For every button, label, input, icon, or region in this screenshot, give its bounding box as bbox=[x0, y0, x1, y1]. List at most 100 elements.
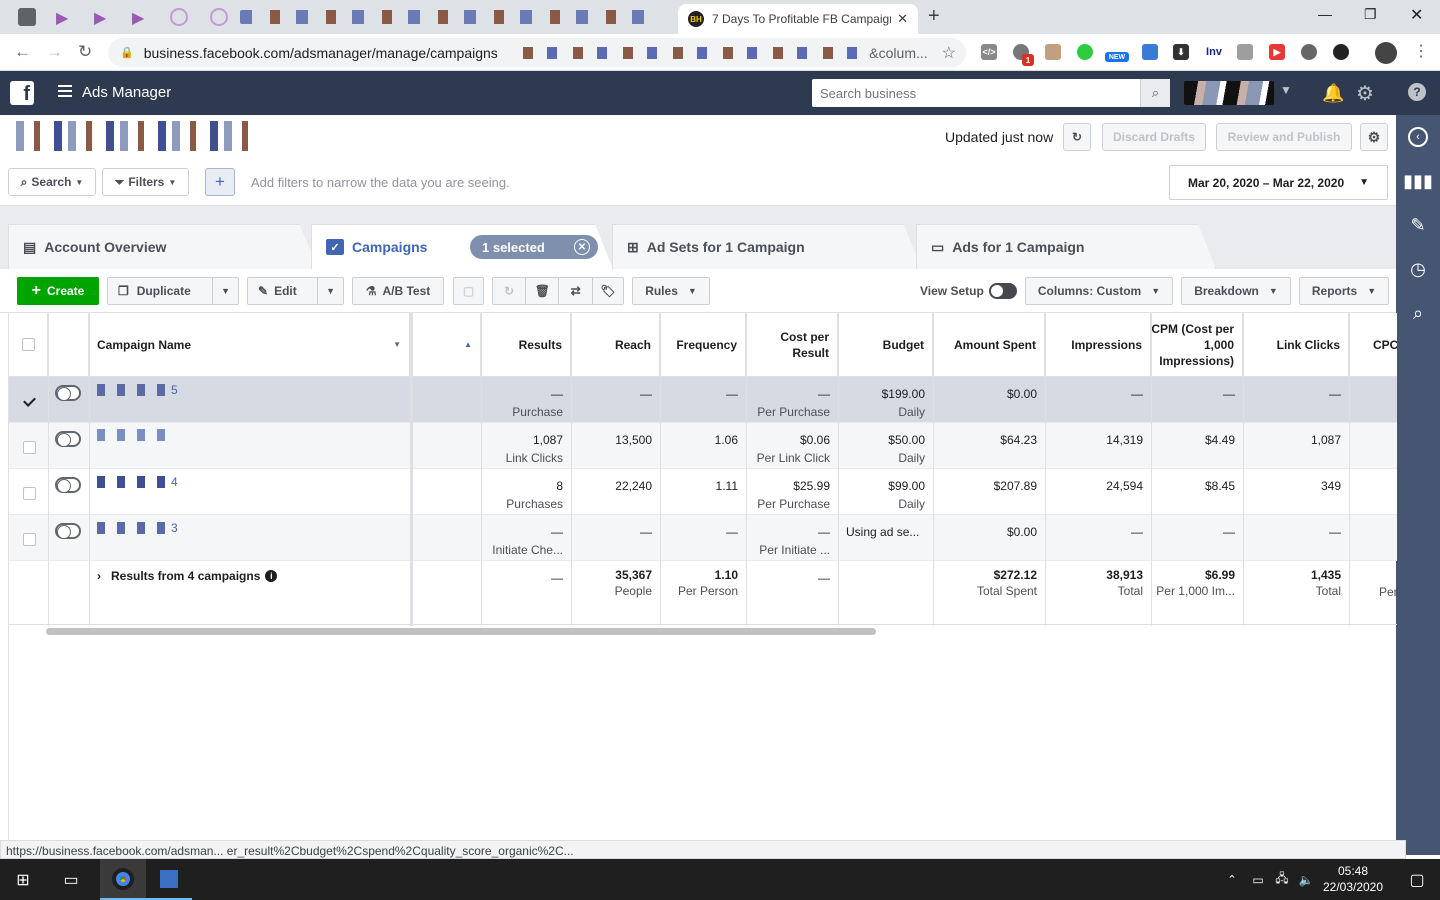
refresh-icon[interactable]: ↻ bbox=[1063, 123, 1091, 151]
pinned-tab-icon[interactable] bbox=[210, 8, 228, 26]
tab-ads[interactable]: ▭ Ads for 1 Campaign bbox=[916, 224, 1216, 269]
clipboard-icon[interactable]: ▢ bbox=[453, 277, 484, 305]
minimize-icon[interactable]: — bbox=[1318, 6, 1332, 22]
review-publish-button[interactable]: Review and Publish bbox=[1216, 123, 1352, 151]
extension-youtube-icon[interactable]: ▶ bbox=[1269, 44, 1285, 60]
extension-download-icon[interactable]: ⬇ bbox=[1173, 44, 1189, 60]
chevron-down-icon[interactable]: ▼ bbox=[213, 286, 238, 296]
maximize-icon[interactable]: ❐ bbox=[1364, 6, 1377, 23]
selected-count-pill[interactable]: 1 selected ✕ bbox=[470, 235, 598, 259]
results-header[interactable]: Results bbox=[481, 313, 571, 377]
row-checkbox[interactable] bbox=[23, 487, 36, 500]
search-icon[interactable]: ⌕ bbox=[1140, 79, 1170, 107]
campaign-name-link[interactable] bbox=[97, 429, 171, 441]
app-taskbar-icon[interactable] bbox=[146, 859, 192, 900]
volume-icon[interactable]: 🔈 bbox=[1294, 859, 1318, 900]
reports-dropdown[interactable]: Reports ▼ bbox=[1299, 277, 1389, 305]
chevron-down-icon[interactable]: ▼ bbox=[1280, 83, 1292, 97]
notification-icon[interactable]: ▢ bbox=[1394, 859, 1440, 900]
columns-dropdown[interactable]: Columns: Custom ▼ bbox=[1025, 277, 1173, 305]
campaign-toggle[interactable] bbox=[55, 431, 81, 447]
row-checkbox[interactable] bbox=[23, 441, 36, 454]
facebook-logo-icon[interactable]: f bbox=[10, 81, 34, 105]
collapse-rail-icon[interactable]: ‹ bbox=[1396, 115, 1440, 159]
chevron-down-icon[interactable]: ▼ bbox=[393, 337, 401, 353]
totals-label-cell[interactable]: › Results from 4 campaigns i bbox=[97, 569, 278, 583]
battery-icon[interactable]: ▭ bbox=[1246, 859, 1270, 900]
pinned-tab-play-icon[interactable]: ▶ bbox=[94, 8, 112, 27]
extension-icon[interactable] bbox=[1045, 44, 1061, 60]
reload-icon[interactable]: ↻ bbox=[78, 42, 92, 62]
impressions-header[interactable]: Impressions bbox=[1045, 313, 1151, 377]
taskbar-clock[interactable]: 05:48 22/03/2020 bbox=[1316, 863, 1390, 895]
forward-icon[interactable]: → bbox=[46, 42, 63, 62]
clear-selection-icon[interactable]: ✕ bbox=[574, 239, 590, 255]
pinned-tab-icon[interactable] bbox=[18, 8, 36, 26]
edit-button[interactable]: ✎ Edit ▼ bbox=[247, 277, 344, 305]
pinned-tab-icon[interactable] bbox=[170, 8, 188, 26]
table-row[interactable]: 5 — Purchase — — — Per Purchase $199.00 Daily $0.… bbox=[9, 377, 1397, 423]
campaign-toggle[interactable] bbox=[55, 385, 81, 401]
trash-icon[interactable]: 🗑 bbox=[526, 284, 558, 298]
pinned-tab-play-icon[interactable]: ▶ bbox=[56, 8, 74, 27]
chart-icon[interactable]: ▮▮▮ bbox=[1396, 159, 1440, 203]
table-row[interactable]: 3 — Initiate Che... — — — Per Initiate ... Usin… bbox=[9, 515, 1397, 561]
date-range-picker[interactable]: Mar 20, 2020 – Mar 22, 2020 ▼ bbox=[1169, 165, 1388, 200]
select-all-checkbox[interactable] bbox=[21, 338, 35, 351]
pinned-tab-play-icon[interactable]: ▶ bbox=[132, 8, 150, 27]
link-clicks-header[interactable]: Link Clicks bbox=[1243, 313, 1349, 377]
extension-icon[interactable] bbox=[1142, 44, 1158, 60]
extension-icon[interactable] bbox=[1333, 44, 1349, 60]
campaign-name-link[interactable]: 5 bbox=[97, 383, 178, 397]
table-row[interactable]: 4 8 Purchases 22,240 1.11 $25.99 Per Purchase $… bbox=[9, 469, 1397, 515]
campaign-name-header[interactable]: Campaign Name ▼ bbox=[89, 313, 410, 377]
clock-icon[interactable]: ◷ bbox=[1396, 247, 1440, 291]
chevron-down-icon[interactable]: ▼ bbox=[318, 286, 343, 296]
swap-icon[interactable]: ⇄ bbox=[559, 284, 591, 298]
amount-spent-header[interactable]: Amount Spent bbox=[933, 313, 1045, 377]
campaign-name-link[interactable]: 3 bbox=[97, 521, 178, 535]
info-icon[interactable]: i bbox=[265, 570, 278, 582]
horizontal-scrollbar[interactable] bbox=[46, 628, 876, 635]
tab-ad-sets[interactable]: ⊞ Ad Sets for 1 Campaign bbox=[612, 224, 922, 269]
account-avatar[interactable] bbox=[1184, 81, 1274, 105]
extension-inv[interactable]: Inv bbox=[1202, 44, 1226, 60]
undo-icon[interactable]: ↻ bbox=[493, 284, 525, 298]
duplicate-button[interactable]: ❐ Duplicate ▼ bbox=[107, 277, 239, 305]
sort-up-icon[interactable]: ▲ bbox=[464, 337, 472, 353]
budget-header[interactable]: Budget bbox=[838, 313, 933, 377]
filters-dropdown[interactable]: ⏷ Filters ▼ bbox=[102, 168, 189, 196]
profile-avatar[interactable] bbox=[1375, 42, 1397, 64]
campaign-name-link[interactable]: 4 bbox=[97, 475, 178, 489]
campaign-toggle[interactable] bbox=[55, 523, 81, 539]
help-icon[interactable]: ? bbox=[1408, 83, 1426, 101]
ab-test-button[interactable]: ⚗ A/B Test bbox=[352, 277, 444, 305]
rules-dropdown[interactable]: Rules ▼ bbox=[632, 277, 710, 305]
tray-chevron-icon[interactable]: ⌃ bbox=[1220, 859, 1244, 900]
extension-code-icon[interactable]: </> bbox=[981, 44, 997, 60]
view-setup-toggle[interactable] bbox=[989, 283, 1017, 302]
browser-menu-icon[interactable]: ⋮ bbox=[1413, 41, 1429, 61]
close-tab-icon[interactable]: ✕ bbox=[897, 11, 908, 27]
back-icon[interactable]: ← bbox=[14, 42, 31, 62]
row-checkbox[interactable] bbox=[23, 395, 36, 408]
campaign-toggle[interactable] bbox=[55, 477, 81, 493]
account-name[interactable] bbox=[10, 121, 258, 151]
new-tab-icon[interactable]: + bbox=[928, 5, 940, 28]
chrome-taskbar-icon[interactable] bbox=[100, 859, 146, 900]
business-search-input[interactable] bbox=[812, 80, 1140, 106]
cpm-header[interactable]: CPM (Cost per 1,000 Impressions) bbox=[1151, 313, 1243, 377]
menu-icon[interactable] bbox=[58, 85, 72, 97]
frequency-header[interactable]: Frequency bbox=[660, 313, 746, 377]
close-window-icon[interactable]: ✕ bbox=[1410, 5, 1423, 25]
chevron-right-icon[interactable]: › bbox=[97, 569, 101, 583]
gear-icon[interactable]: ⚙ bbox=[1356, 81, 1374, 106]
tab-account-overview[interactable]: ▤ Account Overview bbox=[8, 224, 318, 269]
extension-camera-icon[interactable] bbox=[1237, 44, 1253, 60]
row-checkbox[interactable] bbox=[23, 533, 36, 546]
discard-drafts-button[interactable]: Discard Drafts bbox=[1102, 123, 1206, 151]
table-row[interactable]: 1,087 Link Clicks 13,500 1.06 $0.06 Per Link … bbox=[9, 423, 1397, 469]
task-view-icon[interactable]: ▭ bbox=[48, 859, 94, 900]
cost-per-result-header[interactable]: Cost per Result bbox=[746, 313, 838, 377]
bookmark-star-icon[interactable]: ☆ bbox=[942, 43, 956, 63]
